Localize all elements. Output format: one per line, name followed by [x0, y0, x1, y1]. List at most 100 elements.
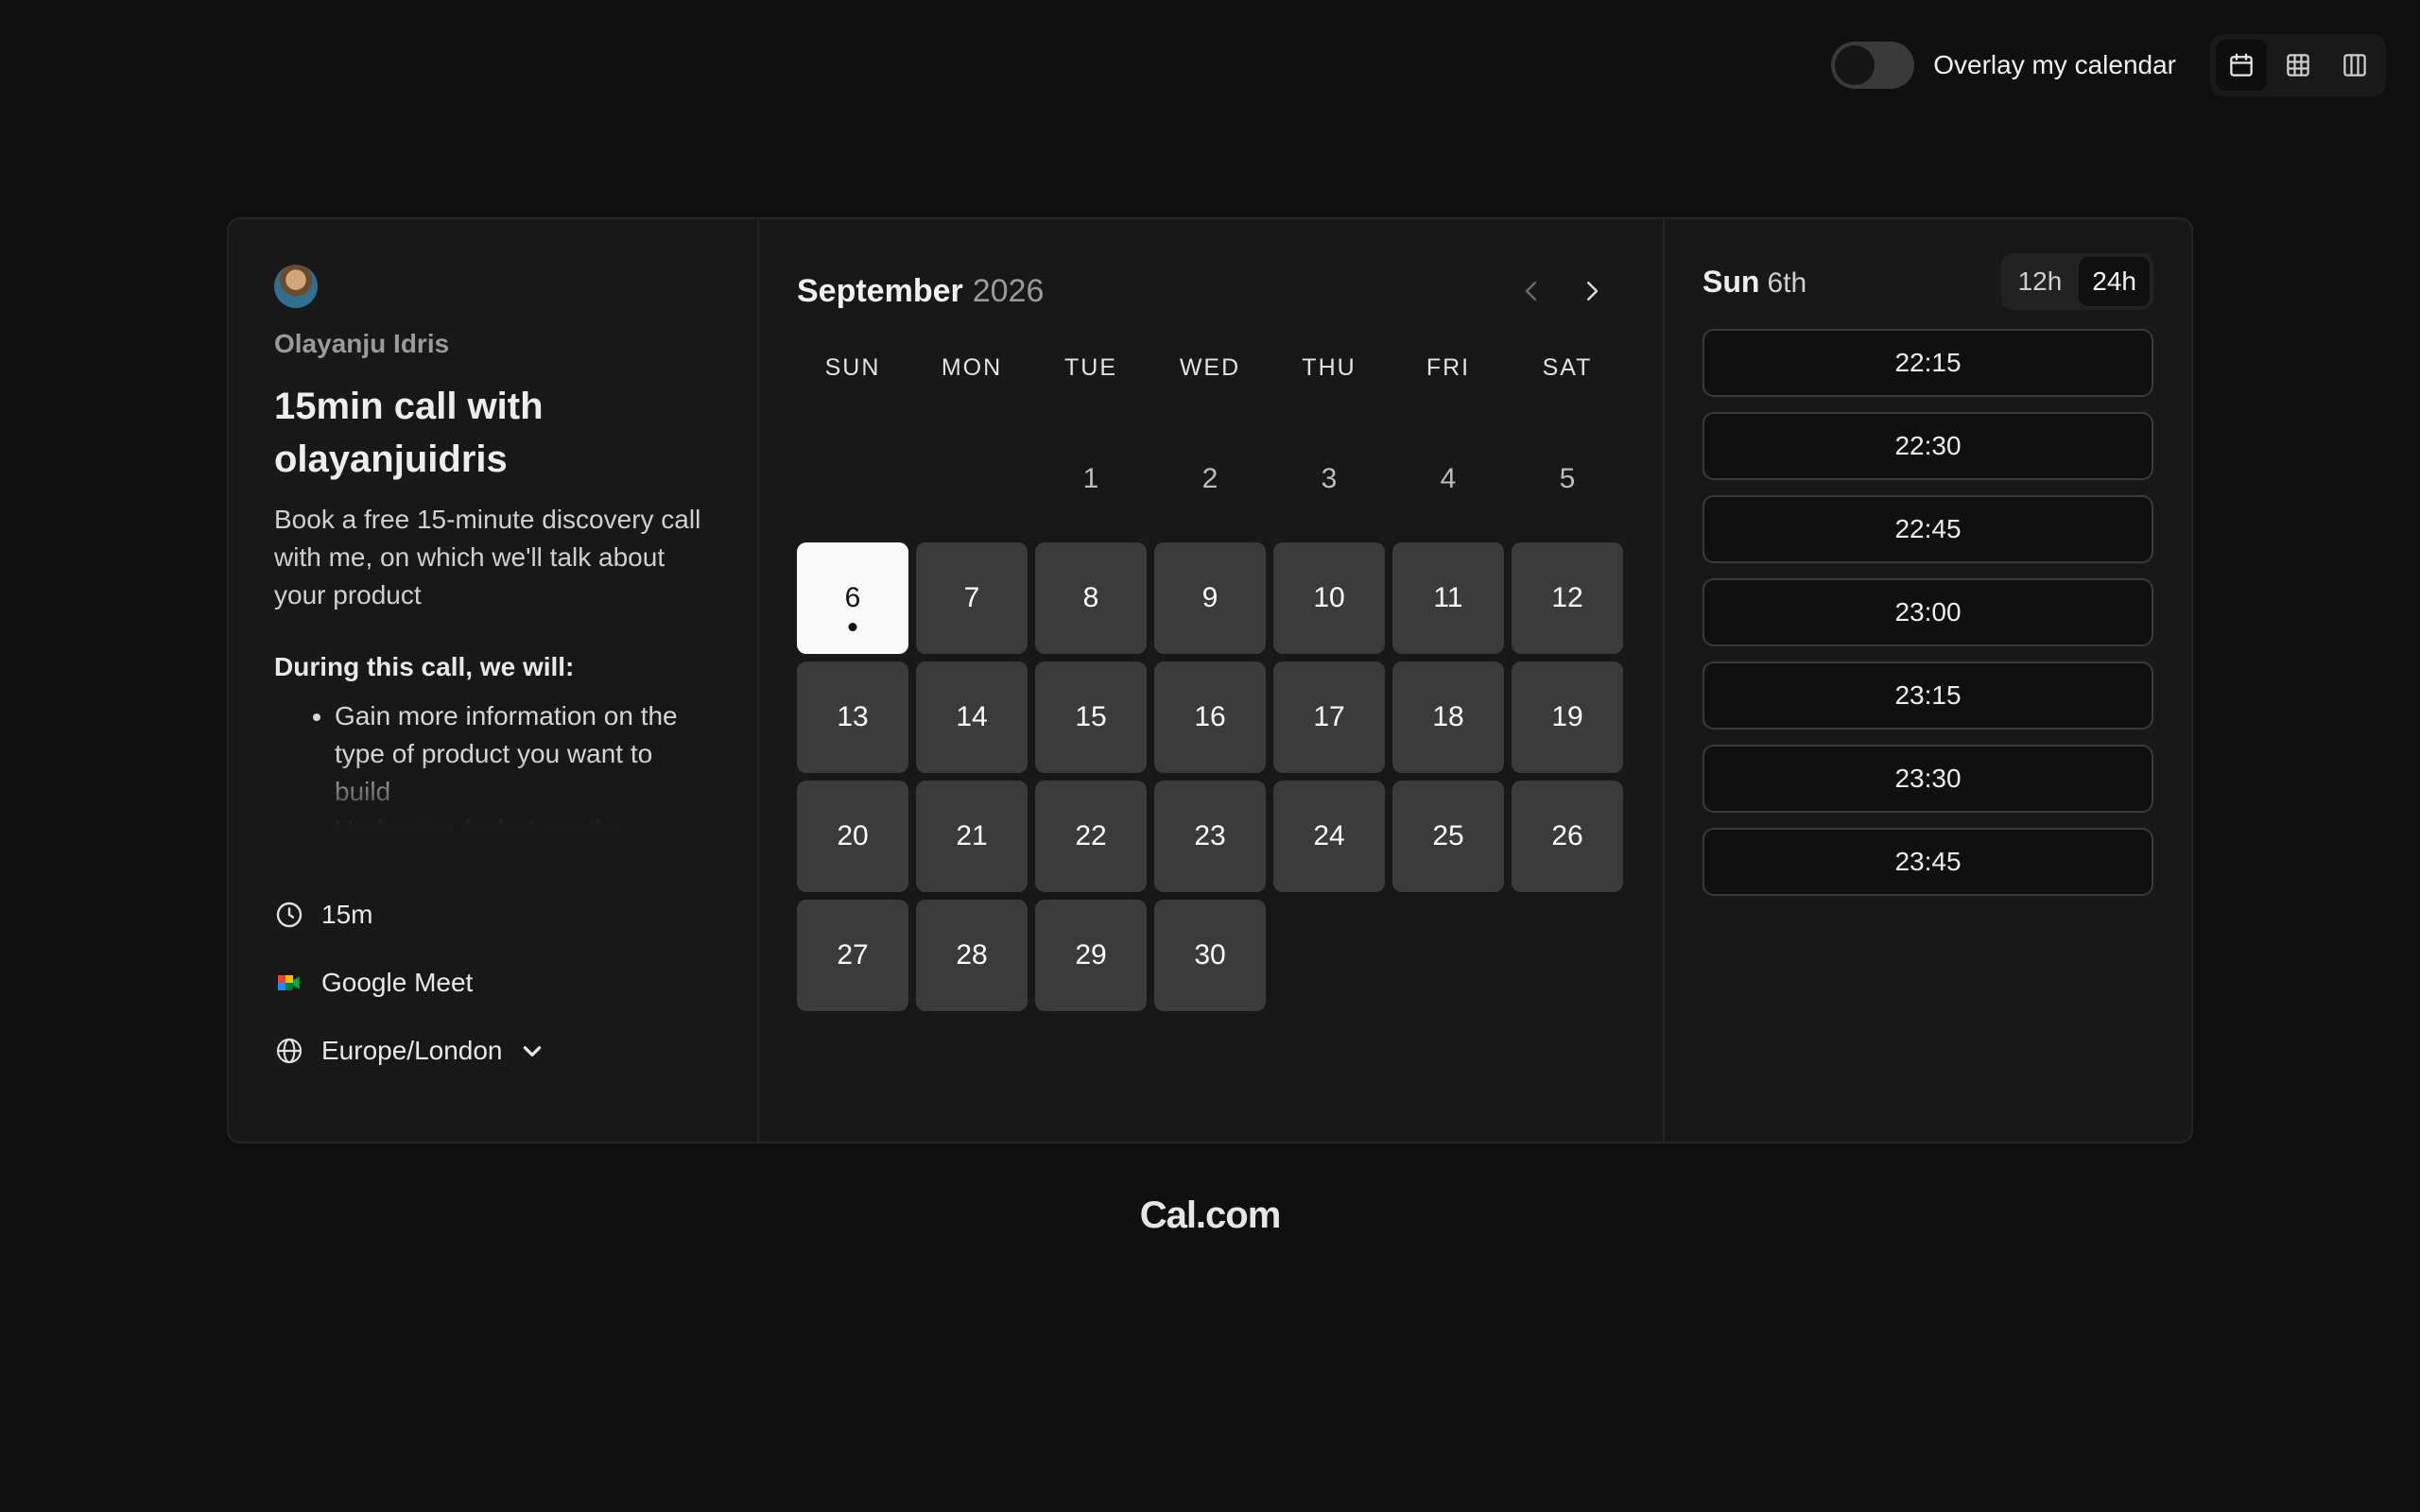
weekday-label: SAT	[1542, 354, 1593, 381]
day-available[interactable]: 20	[797, 781, 908, 892]
year-label: 2026	[972, 272, 1045, 309]
view-switcher	[2210, 34, 2386, 96]
day-available[interactable]: 30	[1154, 900, 1266, 1011]
day-selected[interactable]: 6	[797, 542, 908, 654]
day-number: 6	[844, 582, 861, 613]
day-number: 7	[963, 582, 980, 613]
weekday-label: MON	[941, 354, 1003, 381]
day-available[interactable]: 7	[916, 542, 1028, 654]
duration-row: 15m	[274, 900, 544, 930]
location-row: Google Meet	[274, 968, 544, 998]
day-unavailable: 3	[1321, 463, 1338, 494]
event-meta: 15m Google Meet Europe/London	[274, 900, 544, 1104]
time-slots-panel: Sun 6th 12h 24h 22:15 22:30 22:45 23:00 23:15…	[1665, 219, 2191, 1142]
bullet-item: Understand what are the	[335, 811, 712, 826]
day-number: 17	[1313, 701, 1345, 732]
time-slot-button[interactable]: 22:45	[1703, 495, 2153, 563]
next-month-button[interactable]	[1578, 277, 1606, 305]
time-slot-button[interactable]: 22:15	[1703, 329, 2153, 397]
day-available[interactable]: 24	[1273, 781, 1385, 892]
month-nav	[1517, 277, 1606, 305]
host-avatar	[274, 265, 318, 308]
previous-month-button[interactable]	[1517, 277, 1546, 305]
booking-card: Olayanju Idris 15min call with olayanjui…	[227, 217, 2193, 1143]
time-slot-button[interactable]: 23:15	[1703, 662, 2153, 730]
month-label: September	[797, 272, 963, 309]
day-grid: 1 2 3 4 5 6 7 8 9 10 11 12 13 14 15 16 17 18 19 20 21 22 23 24 2…	[797, 423, 1625, 1011]
weekday-header: SUN MON TUE WED THU FRI SAT	[797, 333, 1625, 403]
event-list-heading: During this call, we will:	[274, 652, 575, 681]
format-24h-button[interactable]: 24h	[2079, 257, 2150, 306]
weekday-label: SUN	[824, 354, 881, 381]
day-available[interactable]: 15	[1035, 662, 1147, 773]
day-available[interactable]: 22	[1035, 781, 1147, 892]
selected-date: 6th	[1767, 266, 1807, 299]
day-number: 8	[1082, 582, 1099, 613]
day-available[interactable]: 28	[916, 900, 1028, 1011]
day-available[interactable]: 9	[1154, 542, 1266, 654]
day-number: 27	[837, 939, 869, 971]
month-view-button[interactable]	[2216, 40, 2267, 91]
day-available[interactable]: 18	[1392, 662, 1504, 773]
chevron-left-icon	[1525, 282, 1536, 301]
day-available[interactable]: 10	[1273, 542, 1385, 654]
day-number: 28	[956, 939, 988, 971]
day-number: 23	[1194, 820, 1226, 851]
day-number: 11	[1433, 582, 1463, 613]
day-number: 13	[837, 701, 869, 732]
empty-day-cell	[916, 423, 1028, 535]
day-number: 9	[1201, 582, 1219, 613]
day-number: 29	[1075, 939, 1107, 971]
chevron-right-icon	[1587, 282, 1599, 301]
bullet-item: Gain more information on the type of pro…	[335, 697, 712, 811]
event-description: Book a free 15-minute discovery call wit…	[274, 505, 701, 610]
time-slot-button[interactable]: 23:45	[1703, 828, 2153, 896]
day-number: 30	[1194, 939, 1226, 971]
day-available[interactable]: 17	[1273, 662, 1385, 773]
time-slot-button[interactable]: 22:30	[1703, 412, 2153, 480]
day-available[interactable]: 21	[916, 781, 1028, 892]
grid-icon	[2287, 54, 2309, 77]
day-number: 14	[956, 701, 988, 732]
day-unavailable: 1	[1082, 463, 1099, 494]
calendar-icon	[2230, 53, 2253, 77]
time-slot-button[interactable]: 23:30	[1703, 745, 2153, 813]
weekday-label: TUE	[1064, 354, 1117, 381]
day-available[interactable]: 11	[1392, 542, 1504, 654]
day-unavailable: 4	[1440, 463, 1457, 494]
calendar-header: September 2026	[797, 257, 1625, 325]
duration-label: 15m	[321, 900, 373, 929]
calendar-panel: September 2026 SUN MON TUE WED THU FRI SAT 1234…	[759, 219, 1665, 1142]
day-available[interactable]: 29	[1035, 900, 1147, 1011]
day-number: 22	[1075, 820, 1107, 851]
day-number: 16	[1194, 701, 1226, 732]
day-available[interactable]: 13	[797, 662, 908, 773]
day-available[interactable]: 25	[1392, 781, 1504, 892]
week-view-button[interactable]	[2273, 40, 2324, 91]
day-number: 26	[1551, 820, 1583, 851]
day-available[interactable]: 27	[797, 900, 908, 1011]
day-available[interactable]: 26	[1512, 781, 1623, 892]
column-view-button[interactable]	[2329, 40, 2380, 91]
day-number: 20	[837, 820, 869, 851]
selected-date-label: Sun 6th	[1703, 265, 1806, 300]
today-dot	[848, 623, 857, 631]
day-available[interactable]: 19	[1512, 662, 1623, 773]
time-slot-list: 22:15 22:30 22:45 23:00 23:15 23:30 23:45	[1703, 329, 2153, 896]
day-available[interactable]: 23	[1154, 781, 1266, 892]
day-available[interactable]: 8	[1035, 542, 1147, 654]
day-number: 19	[1551, 701, 1583, 732]
overlay-calendar-toggle[interactable]	[1831, 42, 1915, 89]
day-number: 12	[1551, 582, 1583, 613]
format-12h-button[interactable]: 12h	[2005, 257, 2076, 306]
event-description-scroll[interactable]: Book a free 15-minute discovery call wit…	[274, 486, 712, 826]
day-available[interactable]: 16	[1154, 662, 1266, 773]
day-number: 10	[1313, 582, 1345, 613]
day-number: 18	[1432, 701, 1464, 732]
day-available[interactable]: 12	[1512, 542, 1623, 654]
day-number: 24	[1313, 820, 1345, 851]
time-slot-button[interactable]: 23:00	[1703, 578, 2153, 646]
timezone-selector[interactable]: Europe/London	[274, 1036, 544, 1066]
toggle-knob	[1835, 45, 1876, 85]
day-available[interactable]: 14	[916, 662, 1028, 773]
